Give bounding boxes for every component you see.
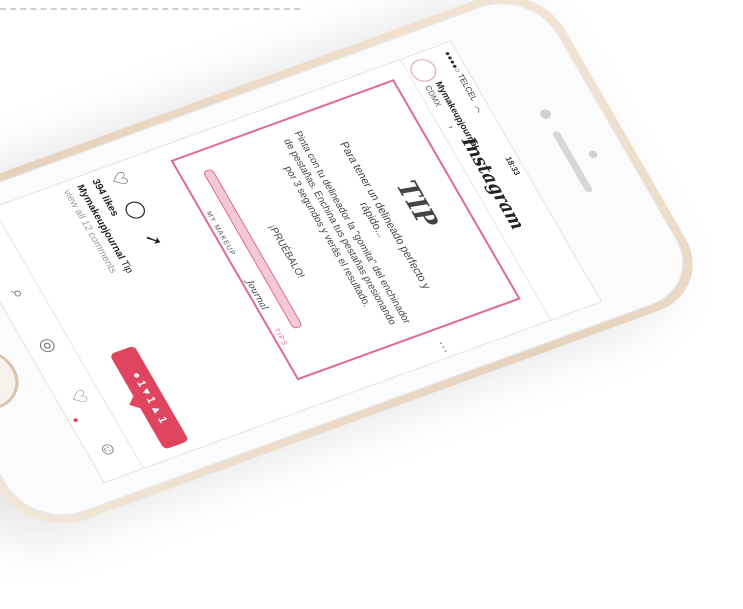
brand-tips: TIPS <box>271 327 289 347</box>
brand-script: Journal <box>243 279 270 312</box>
profile-tab-icon[interactable]: ☺ <box>74 416 142 482</box>
wifi-icon: ︿ <box>473 103 486 114</box>
caption-text: Tip <box>117 259 136 275</box>
comment-icon[interactable]: ◯ <box>122 197 151 221</box>
clock: 18:33 <box>503 155 523 177</box>
decorative-dashes <box>0 8 300 10</box>
share-icon[interactable]: ➚ <box>141 230 168 250</box>
front-camera-icon <box>538 107 553 121</box>
phone-face: ●●●●○ TELCEL ︿ 18:33 Mymakeupjournal CDM… <box>0 0 704 531</box>
sensor-icon <box>587 149 599 160</box>
app-screen: ●●●●○ TELCEL ︿ 18:33 Mymakeupjournal CDM… <box>0 40 603 484</box>
home-button[interactable] <box>0 339 31 420</box>
like-icon[interactable]: ♡ <box>105 169 132 190</box>
earpiece-speaker <box>551 130 594 194</box>
phone-device: ●●●●○ TELCEL ︿ 18:33 Mymakeupjournal CDM… <box>0 0 743 582</box>
